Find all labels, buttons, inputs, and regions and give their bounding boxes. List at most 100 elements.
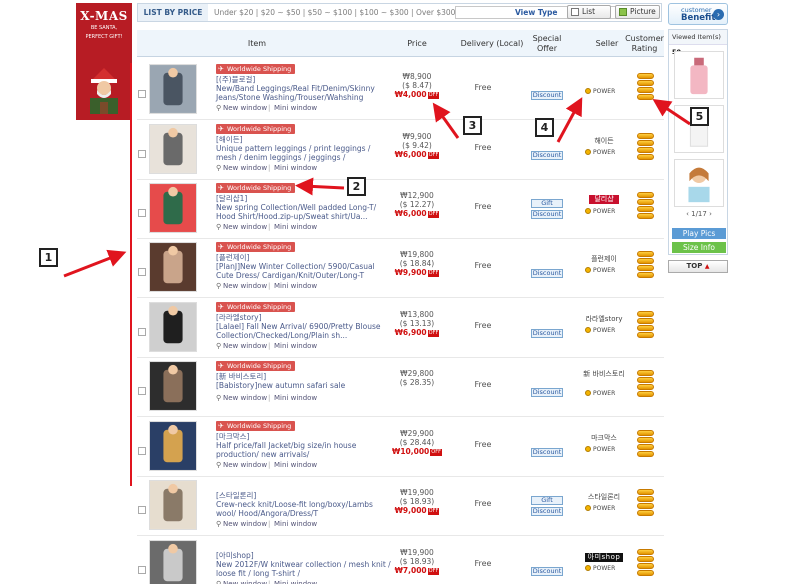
discount-badge[interactable]: Discount	[531, 151, 563, 160]
product-title[interactable]: [新 바비스토리] [Babistory]new autumn safari s…	[216, 372, 391, 390]
rating-coin-icon	[637, 549, 654, 555]
product-thumbnail[interactable]	[149, 124, 197, 174]
customer-benefit-button[interactable]: customer Benefit ›	[668, 3, 728, 25]
gift-badge[interactable]: Gift	[531, 199, 563, 208]
header-rating: Customer Rating	[625, 34, 664, 53]
mini-window-link[interactable]: Mini window	[274, 461, 317, 469]
off-badge: OFF	[427, 151, 440, 159]
mini-window-link[interactable]: Mini window	[274, 342, 317, 350]
product-title[interactable]: [라라엘story] [Lalael] Fall New Arrival/ 69…	[216, 313, 391, 340]
mini-window-link[interactable]: Mini window	[274, 104, 317, 112]
product-thumbnail[interactable]	[149, 480, 197, 530]
product-row[interactable]: [스타일론리] Crew-neck knit/Loose-fit long/bo…	[137, 476, 664, 536]
product-row[interactable]: [아미shop] New 2012F/W knitwear collection…	[137, 536, 664, 584]
discount-badge[interactable]: Discount	[531, 269, 563, 278]
product-thumbnail[interactable]	[149, 64, 197, 114]
mini-window-link[interactable]: Mini window	[274, 223, 317, 231]
seller-name[interactable]: 新 바비스토리	[578, 370, 630, 379]
product-title[interactable]: [달리샵1] New spring Collection/Well padded…	[216, 194, 391, 221]
mini-window-link[interactable]: Mini window	[274, 580, 317, 584]
discount-badge[interactable]: Discount	[531, 507, 563, 516]
seller-name[interactable]: 스타일론리	[578, 493, 630, 502]
power-seller-badge: POWER	[585, 505, 625, 512]
original-price: ₩29,900	[400, 429, 434, 438]
row-checkbox[interactable]	[138, 328, 146, 336]
row-checkbox[interactable]	[138, 566, 146, 574]
product-title[interactable]: [(주)블로걸] New/Band Leggings/Real Fit/Deni…	[216, 75, 391, 102]
row-checkbox[interactable]	[138, 387, 146, 395]
product-row[interactable]: Worldwide Shipping[新 바비스토리] [Babistory]n…	[137, 357, 664, 417]
gift-badge[interactable]: Gift	[531, 496, 563, 505]
product-title[interactable]: [스타일론리] Crew-neck knit/Loose-fit long/bo…	[216, 491, 391, 518]
mini-window-link[interactable]: Mini window	[274, 394, 317, 402]
discount-badge[interactable]: Discount	[531, 210, 563, 219]
viewed-item-thumb-1[interactable]	[674, 51, 724, 99]
product-title[interactable]: [플런제이] [PlanJ]New Winter Collection/ 590…	[216, 253, 391, 280]
product-title[interactable]: [마크막스] Half price/fall Jacket/big size/i…	[216, 432, 391, 459]
row-checkbox[interactable]	[138, 209, 146, 217]
product-row[interactable]: Worldwide Shipping[(주)블로걸] New/Band Legg…	[137, 60, 664, 120]
new-window-link[interactable]: New window	[223, 104, 267, 112]
list-view-button[interactable]: List	[567, 5, 611, 19]
annotation-marker-4: 4	[535, 118, 554, 137]
product-thumbnail[interactable]	[149, 302, 197, 352]
worldwide-shipping-badge: Worldwide Shipping	[216, 242, 296, 252]
seller-name[interactable]: 해이든	[578, 137, 630, 146]
mini-window-link[interactable]: Mini window	[274, 282, 317, 290]
new-window-link[interactable]: New window	[223, 461, 267, 469]
product-thumbnail[interactable]	[149, 540, 197, 584]
mini-window-link[interactable]: Mini window	[274, 520, 317, 528]
mini-window-link[interactable]: Mini window	[274, 164, 317, 172]
row-checkbox[interactable]	[138, 506, 146, 514]
product-row[interactable]: Worldwide Shipping[라라엘story] [Lalael] Fa…	[137, 298, 664, 358]
product-title[interactable]: [해이든] Unique pattern leggings / print le…	[216, 135, 391, 162]
viewed-item-thumb-3[interactable]	[674, 159, 724, 207]
discount-badge[interactable]: Discount	[531, 91, 563, 100]
rating-coin-icon	[637, 377, 654, 383]
new-window-link[interactable]: New window	[223, 520, 267, 528]
discount-badge[interactable]: Discount	[531, 329, 563, 338]
row-checkbox[interactable]	[138, 268, 146, 276]
row-checkbox[interactable]	[138, 447, 146, 455]
seller-name[interactable]: 달리샵	[578, 195, 630, 204]
product-title[interactable]: [아미shop] New 2012F/W knitwear collection…	[216, 551, 391, 578]
new-window-link[interactable]: New window	[223, 164, 267, 172]
row-checkbox[interactable]	[138, 90, 146, 98]
seller-name[interactable]: 마크막스	[578, 434, 630, 443]
santa-image	[90, 68, 118, 114]
product-row[interactable]: Worldwide Shipping[플런제이] [PlanJ]New Wint…	[137, 238, 664, 298]
new-window-link[interactable]: New window	[223, 342, 267, 350]
top-label: TOP	[686, 262, 703, 270]
viewed-pager[interactable]: ‹ 1/17 ›	[669, 210, 729, 218]
row-checkbox[interactable]	[138, 150, 146, 158]
seller-name[interactable]: 아미shop	[578, 553, 630, 562]
zoom-icon: ⚲	[216, 164, 222, 172]
play-pics-button[interactable]: Play Pics	[672, 228, 726, 239]
product-thumbnail[interactable]	[149, 361, 197, 411]
xmas-banner[interactable]: X-MAS BE SANTA, PERFECT GIFT!	[76, 3, 132, 120]
price-range-links[interactable]: Under $20 | $20 ~ $50 | $50 ~ $100 | $10…	[214, 4, 455, 21]
size-info-button[interactable]: Size Info	[672, 242, 726, 253]
product-thumbnail[interactable]	[149, 183, 197, 233]
discount-badge[interactable]: Discount	[531, 448, 563, 457]
rating-coin-icon	[637, 94, 654, 100]
new-window-link[interactable]: New window	[223, 282, 267, 290]
product-row[interactable]: Worldwide Shipping[해이든] Unique pattern l…	[137, 120, 664, 180]
new-window-link[interactable]: New window	[223, 580, 267, 584]
product-row[interactable]: Worldwide Shipping[달리샵1] New spring Coll…	[137, 179, 664, 239]
picture-view-button[interactable]: Picture	[615, 5, 660, 19]
delivery-free: Free	[474, 440, 492, 449]
seller-name[interactable]: 플런제이	[578, 255, 630, 264]
zoom-icon: ⚲	[216, 520, 222, 528]
new-window-link[interactable]: New window	[223, 394, 267, 402]
new-window-link[interactable]: New window	[223, 223, 267, 231]
discount-badge[interactable]: Discount	[531, 567, 563, 576]
top-button[interactable]: TOP ▲	[668, 260, 728, 273]
banner-title: X-MAS	[80, 9, 128, 23]
product-row[interactable]: Worldwide Shipping[마크막스] Half price/fall…	[137, 417, 664, 477]
discount-badge[interactable]: Discount	[531, 388, 563, 397]
product-thumbnail[interactable]	[149, 242, 197, 292]
seller-name[interactable]: 라라엘story	[578, 315, 630, 324]
power-seller-badge: POWER	[585, 390, 625, 397]
product-thumbnail[interactable]	[149, 421, 197, 471]
